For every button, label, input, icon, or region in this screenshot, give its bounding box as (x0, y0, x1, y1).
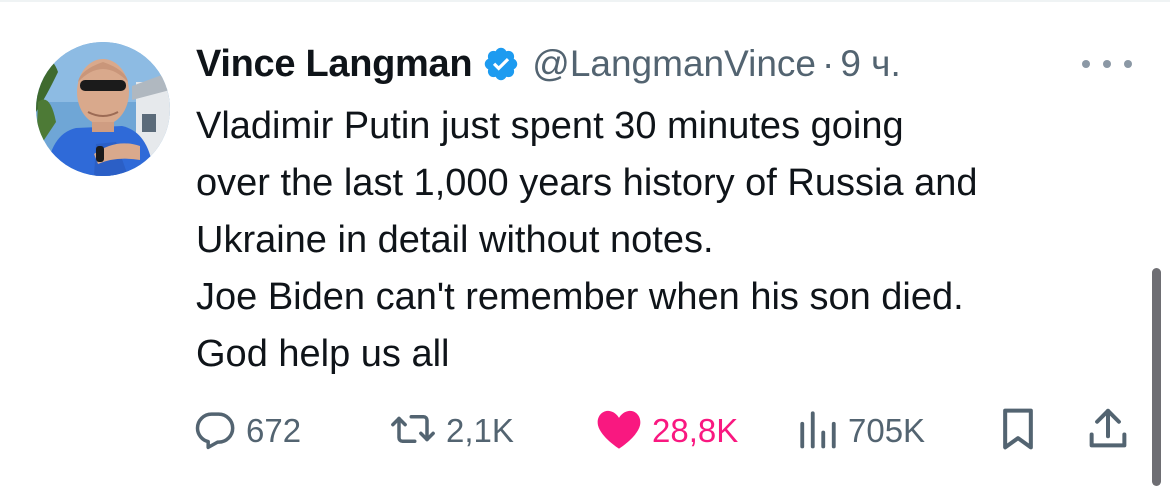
tweet-timestamp[interactable]: 9 ч. (840, 43, 900, 85)
tweet-text-line: Vladimir Putin just spent 30 minutes goi… (196, 105, 904, 147)
repost-count: 2,1K (446, 412, 514, 449)
bar-chart-icon (798, 408, 838, 455)
top-divider (0, 0, 1170, 2)
author-name[interactable]: Vince Langman (196, 43, 473, 86)
scrollbar[interactable] (1152, 268, 1161, 486)
verified-badge-icon (482, 45, 520, 83)
avatar-photo (36, 42, 170, 176)
tweet-action-bar: 672 2,1K 28,8K 705K (194, 406, 1144, 456)
tweet-text: Vladimir Putin just spent 30 minutes goi… (196, 98, 1146, 383)
share-button[interactable] (1088, 406, 1128, 456)
reply-bubble-icon (194, 408, 236, 455)
more-dots-icon[interactable] (1082, 54, 1132, 74)
tweet-text-line: over the last 1,000 years history of Rus… (196, 162, 978, 204)
bookmark-icon (1000, 407, 1036, 456)
author-handle[interactable]: @LangmanVince (532, 43, 816, 85)
tweet-text-line: Ukraine in detail without notes. (196, 219, 714, 261)
reply-count: 672 (246, 412, 302, 449)
views-button[interactable]: 705K (798, 406, 925, 456)
like-count: 28,8K (652, 412, 739, 449)
tweet-text-line: God help us all (196, 333, 450, 375)
bookmark-button[interactable] (1000, 406, 1036, 456)
reply-button[interactable]: 672 (194, 406, 301, 456)
repost-button[interactable]: 2,1K (390, 406, 514, 456)
like-button[interactable]: 28,8K (596, 406, 738, 456)
heart-icon (596, 408, 642, 455)
avatar[interactable] (36, 42, 170, 176)
views-count: 705K (848, 412, 926, 449)
tweet-header: Vince Langman @LangmanVince · 9 ч. (196, 36, 901, 92)
tweet-text-line: Joe Biden can't remember when his son di… (196, 276, 964, 318)
header-separator: · (822, 43, 835, 84)
share-upload-icon (1088, 407, 1128, 456)
repost-arrows-icon (390, 408, 436, 455)
